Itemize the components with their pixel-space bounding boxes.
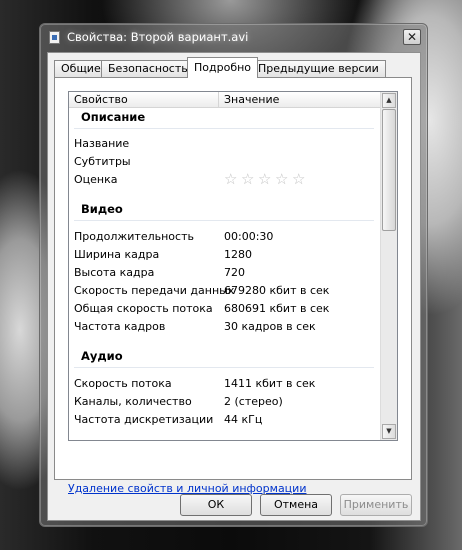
group-header-description: Описание bbox=[81, 110, 146, 124]
property-name: Частота кадров bbox=[74, 320, 166, 333]
list-item[interactable]: Название bbox=[74, 135, 379, 153]
close-button[interactable]: ✕ bbox=[403, 29, 421, 45]
property-value: 680691 кбит в сек bbox=[224, 302, 330, 315]
tab-general[interactable]: Общие bbox=[54, 60, 108, 77]
property-value: 30 кадров в сек bbox=[224, 320, 316, 333]
group-header-audio: Аудио bbox=[81, 349, 123, 363]
title-bar[interactable]: Свойства: Второй вариант.avi ✕ bbox=[40, 24, 427, 50]
list-item[interactable]: Частота дискретизации 44 кГц bbox=[74, 411, 379, 429]
star-icon[interactable]: ☆ bbox=[241, 172, 256, 187]
property-name: Субтитры bbox=[74, 155, 131, 168]
close-icon: ✕ bbox=[406, 30, 418, 44]
scroll-up-button[interactable]: ▲ bbox=[382, 93, 396, 108]
property-name: Частота дискретизации bbox=[74, 413, 214, 426]
list-item[interactable]: Общая скорость потока 680691 кбит в сек bbox=[74, 300, 379, 318]
group-divider bbox=[74, 367, 374, 368]
property-value: 1411 кбит в сек bbox=[224, 377, 316, 390]
ok-button[interactable]: ОК bbox=[180, 494, 252, 516]
property-value: 1280 bbox=[224, 248, 252, 261]
property-name: Название bbox=[74, 137, 130, 150]
list-item[interactable]: Частота кадров 30 кадров в сек bbox=[74, 318, 379, 336]
list-item[interactable]: Каналы, количество 2 (стерео) bbox=[74, 393, 379, 411]
star-icon[interactable]: ☆ bbox=[258, 172, 273, 187]
list-item[interactable]: Ширина кадра 1280 bbox=[74, 246, 379, 264]
property-value: 2 (стерео) bbox=[224, 395, 283, 408]
property-name: Оценка bbox=[74, 173, 118, 186]
property-value: 720 bbox=[224, 266, 245, 279]
properties-dialog: Свойства: Второй вариант.avi ✕ Общие Без… bbox=[39, 23, 428, 527]
chevron-up-icon: ▲ bbox=[386, 96, 392, 104]
list-item[interactable]: Продолжительность 00:00:30 bbox=[74, 228, 379, 246]
property-name: Скорость потока bbox=[74, 377, 172, 390]
property-value: 44 кГц bbox=[224, 413, 263, 426]
column-header-value[interactable]: Значение bbox=[219, 92, 382, 107]
property-name: Продолжительность bbox=[74, 230, 194, 243]
chevron-down-icon: ▼ bbox=[386, 427, 392, 435]
star-icon[interactable]: ☆ bbox=[275, 172, 290, 187]
scrollbar-thumb[interactable] bbox=[382, 109, 396, 231]
list-header: Свойство Значение bbox=[69, 92, 382, 108]
property-value: 679280 кбит в сек bbox=[224, 284, 330, 297]
cancel-button[interactable]: Отмена bbox=[260, 494, 332, 516]
tab-previous-versions[interactable]: Предыдущие версии bbox=[251, 60, 386, 77]
list-item[interactable]: Субтитры bbox=[74, 153, 379, 171]
list-item[interactable]: Высота кадра 720 bbox=[74, 264, 379, 282]
list-item[interactable]: Скорость потока 1411 кбит в сек bbox=[74, 375, 379, 393]
group-header-video: Видео bbox=[81, 202, 123, 216]
apply-button[interactable]: Применить bbox=[340, 494, 412, 516]
tab-details[interactable]: Подробно bbox=[187, 57, 259, 78]
property-value: 00:00:30 bbox=[224, 230, 274, 243]
property-name: Высота кадра bbox=[74, 266, 155, 279]
star-icon[interactable]: ☆ bbox=[224, 172, 239, 187]
properties-list[interactable]: Свойство Значение Описание Название Субт… bbox=[68, 91, 398, 441]
list-item[interactable]: Оценка ☆ ☆ ☆ ☆ ☆ bbox=[74, 171, 379, 189]
star-icon[interactable]: ☆ bbox=[292, 172, 307, 187]
dialog-client: Общие Безопасность Подробно Предыдущие в… bbox=[47, 52, 421, 521]
rating-stars[interactable]: ☆ ☆ ☆ ☆ ☆ bbox=[224, 172, 309, 190]
property-name: Ширина кадра bbox=[74, 248, 160, 261]
property-name: Общая скорость потока bbox=[74, 302, 213, 315]
details-panel: Свойство Значение Описание Название Субт… bbox=[54, 77, 412, 495]
group-divider bbox=[74, 220, 374, 221]
property-name: Скорость передачи данных bbox=[74, 284, 235, 297]
group-divider bbox=[74, 128, 374, 129]
column-header-property[interactable]: Свойство bbox=[69, 92, 219, 107]
property-name: Каналы, количество bbox=[74, 395, 192, 408]
tab-security[interactable]: Безопасность bbox=[101, 60, 195, 77]
list-item[interactable]: Скорость передачи данных 679280 кбит в с… bbox=[74, 282, 379, 300]
vertical-scrollbar[interactable]: ▲ ▼ bbox=[380, 92, 397, 440]
window-title: Свойства: Второй вариант.avi bbox=[67, 30, 249, 44]
file-icon bbox=[49, 31, 60, 44]
scroll-down-button[interactable]: ▼ bbox=[382, 424, 396, 439]
list-body: Описание Название Субтитры Оценка ☆ ☆ ☆ ☆ ☆ bbox=[69, 108, 382, 440]
